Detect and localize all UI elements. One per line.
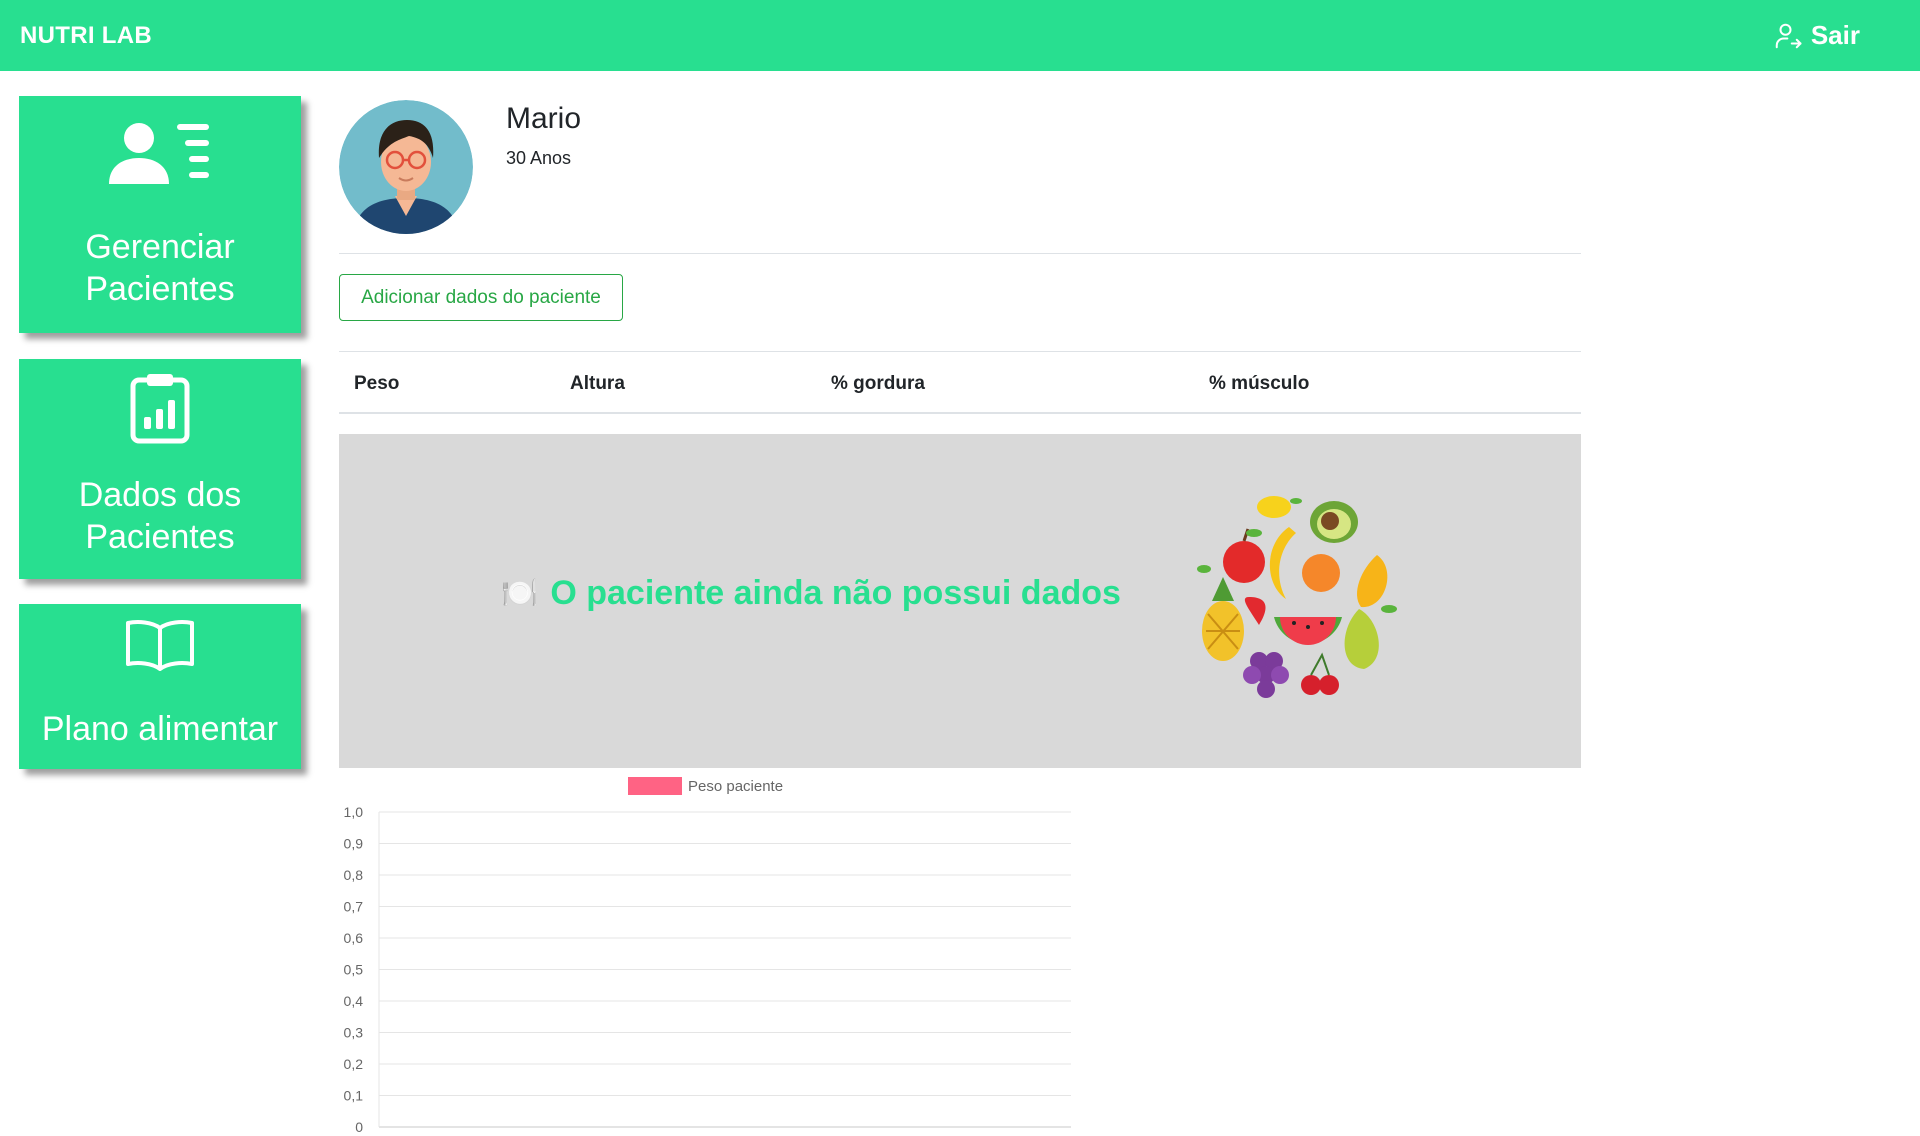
column-header-altura: Altura (570, 373, 625, 394)
patient-avatar (339, 100, 473, 234)
patient-age: 30 Anos (506, 148, 572, 168)
logout-label: Sair (1810, 20, 1860, 50)
y-tick-label: 0 (355, 1119, 363, 1132)
plate-icon: 🍽️ (501, 577, 539, 610)
empty-state-message: 🍽️ O paciente ainda não possui dados (501, 574, 1121, 613)
add-patient-data-button[interactable]: Adicionar dados do paciente (339, 274, 623, 321)
empty-state-panel: 🍽️ O paciente ainda não possui dados (339, 434, 1581, 768)
sidebar-item-label: Gerenciar Pacientes (85, 228, 235, 308)
y-tick-label: 0,3 (344, 1025, 364, 1041)
y-tick-label: 0,1 (344, 1088, 364, 1104)
weight-chart: Peso paciente 0 0,1 0,2 0,3 0,4 0,5 0,6 0,7 0,8 0… (344, 777, 1071, 1132)
legend-swatch (628, 777, 682, 795)
sidebar-item-dados-pacientes[interactable]: Dados dos Pacientes (19, 359, 301, 579)
legend-label: Peso paciente (688, 778, 783, 795)
open-book-icon (126, 620, 194, 671)
logout-button[interactable]: Sair (1773, 20, 1860, 51)
y-tick-label: 0,5 (344, 962, 364, 978)
clipboard-chart-icon (130, 374, 190, 444)
column-header-gordura: % gordura (831, 373, 925, 394)
y-tick-label: 1,0 (344, 804, 364, 820)
user-logout-icon (1775, 23, 1802, 48)
sidebar-item-label: Plano alimentar (41, 710, 279, 748)
top-navbar: NUTRI LAB Sair (0, 0, 1920, 71)
column-header-musculo: % músculo (1209, 373, 1310, 394)
y-tick-label: 0,8 (344, 867, 364, 883)
y-tick-label: 0,6 (344, 930, 364, 946)
column-header-peso: Peso (354, 373, 400, 394)
y-tick-label: 0,4 (344, 993, 364, 1009)
y-tick-label: 0,7 (344, 899, 364, 915)
empty-state-text: O paciente ainda não possui dados (550, 574, 1121, 612)
patient-data-table-header: Peso Altura % gordura % músculo (339, 351, 1581, 414)
sidebar-item-label: Dados dos Pacientes (78, 476, 242, 556)
brand-logo[interactable]: NUTRI LAB (20, 22, 152, 50)
fruits-illustration (1197, 496, 1397, 698)
user-list-icon (109, 123, 209, 184)
y-tick-label: 0,2 (344, 1056, 364, 1072)
sidebar-item-plano-alimentar[interactable]: Plano alimentar (19, 604, 301, 769)
patient-name: Mario (506, 102, 582, 135)
sidebar-item-gerenciar-pacientes[interactable]: Gerenciar Pacientes (19, 96, 301, 333)
y-tick-label: 0,9 (344, 836, 364, 852)
divider (339, 253, 1581, 254)
